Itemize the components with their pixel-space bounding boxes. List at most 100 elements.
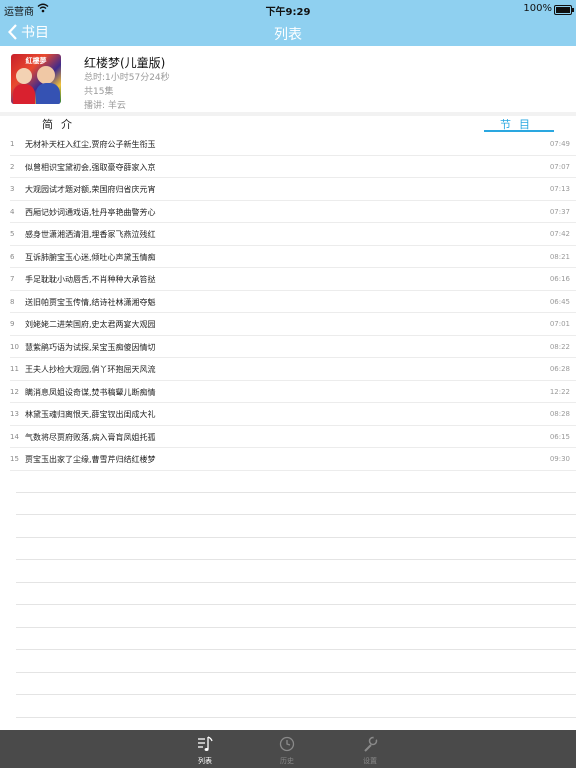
tabbar-settings[interactable]: 设置 [340,730,400,768]
episode-row[interactable]: 12 瞒消息凤姐设奇谋,焚书稿颦儿断痴情 12:22 [0,381,576,403]
cover-figure [13,84,35,104]
episode-duration: 07:07 [549,162,570,171]
cover-figure [16,68,32,84]
episode-title: 气数将尽贾府败落,病入膏肓凤姐托孤 [25,432,156,442]
episode-duration: 07:37 [549,207,570,216]
episode-number: 1 [10,140,15,148]
wrench-icon [364,736,378,752]
book-duration: 总时:1小时57分24秒 [84,73,170,83]
episode-row[interactable]: 6 互诉肺腑宝玉心迷,倾吐心声黛玉情痴 08:21 [0,246,576,268]
episode-row[interactable]: 10 慧紫鹃巧语为试探,呆宝玉痴傻因情切 08:22 [0,336,576,358]
episode-title: 互诉肺腑宝玉心迷,倾吐心声黛玉情痴 [25,252,156,262]
episode-duration: 06:16 [549,275,570,283]
episode-row[interactable]: 13 林黛玉魂归离恨天,薛宝钗出闺成大礼 08:28 [0,403,576,426]
tab-bar: 列表 历史 设置 [0,730,576,768]
empty-row-divider [16,650,576,673]
episode-number: 11 [10,365,19,373]
episode-title: 大观园试才题对额,荣国府归省庆元宵 [25,185,156,194]
episode-row[interactable]: 1 无材补天枉入红尘,贾府公子新生衔玉 07:49 [0,133,576,156]
empty-row-divider [16,538,576,560]
episode-row[interactable]: 9 刘姥姥二进荣国府,史太君两宴大观园 07:01 [0,313,576,336]
episode-row[interactable]: 11 王夫人抄检大观园,俏丫环抱屈天风流 06:28 [0,358,576,381]
episode-number: 15 [10,455,19,463]
empty-row-divider [16,560,576,583]
episode-row[interactable]: 8 送旧帕贾宝玉传情,结诗社林潇湘夺魁 06:45 [0,291,576,313]
episode-row[interactable]: 2 似曾相识宝黛初会,强取豪夺薛家入京 07:07 [0,156,576,178]
battery-fill [556,7,570,13]
episode-duration: 09:30 [549,455,570,463]
playlist-icon [198,736,213,751]
tabbar-history-label: 历史 [280,757,294,765]
page-title: 列表 [274,27,302,43]
battery-icon [554,5,574,15]
episode-row[interactable]: 5 感身世潇湘洒清泪,埋香冢飞燕泣残红 07:42 [0,223,576,246]
empty-row-divider [16,583,576,605]
episode-title: 林黛玉魂归离恨天,薛宝钗出闺成大礼 [25,410,156,419]
episode-duration: 06:15 [549,432,570,441]
episode-row[interactable]: 7 手足耽耽小动唇舌,不肖种种大承笞挞 06:16 [0,268,576,291]
episode-duration: 07:13 [549,185,570,193]
episode-title: 手足耽耽小动唇舌,不肖种种大承笞挞 [25,275,156,284]
episode-title: 刘姥姥二进荣国府,史太君两宴大观园 [25,320,156,329]
clock-icon [279,736,295,752]
empty-row-divider [16,605,576,628]
tabbar-list[interactable]: 列表 [175,730,235,768]
tab-selected-indicator [484,130,554,132]
segment-tabs: 简介 节目 [0,116,576,132]
tabbar-list-label: 列表 [198,757,212,765]
cover-figure [37,66,55,84]
episode-title: 感身世潇湘洒清泪,埋香冢飞燕泣残红 [25,230,156,239]
episode-title: 瞒消息凤姐设奇谋,焚书稿颦儿断痴情 [25,387,156,397]
cover-figure [36,83,60,104]
tabbar-settings-label: 设置 [363,757,377,765]
episode-title: 贾宝玉出家了尘缘,曹雪芹归结红楼梦 [25,455,156,464]
episode-duration: 07:49 [549,140,570,148]
empty-row-divider [16,515,576,538]
episode-number: 13 [10,410,19,418]
episode-number: 6 [10,252,15,261]
episode-duration: 08:22 [549,342,570,351]
episode-duration: 06:45 [549,297,570,306]
tabbar-history[interactable]: 历史 [257,730,317,768]
empty-row-divider [16,673,576,695]
episode-duration: 07:42 [549,230,570,238]
episode-duration: 08:28 [549,410,570,418]
episode-number: 3 [10,185,15,193]
status-time: 下午9:29 [265,7,311,18]
episode-row[interactable]: 4 西厢记妙词通戏语,牡丹亭艳曲警芳心 07:37 [0,201,576,223]
battery-percent: 100% [523,3,552,14]
episode-number: 2 [10,162,15,171]
episode-duration: 06:28 [549,365,570,373]
episode-title: 西厢记妙词通戏语,牡丹亭艳曲警芳心 [25,207,156,217]
episode-title: 似曾相识宝黛初会,强取豪夺薛家入京 [25,162,156,172]
nav-bar: 书目 列表 [0,18,576,46]
episode-title: 王夫人抄检大观园,俏丫环抱屈天风流 [25,365,156,374]
empty-row-divider [16,470,576,493]
episode-title: 无材补天枉入红尘,贾府公子新生衔玉 [25,140,156,149]
episode-number: 9 [10,320,15,328]
episode-row[interactable]: 14 气数将尽贾府败落,病入膏肓凤姐托孤 06:15 [0,426,576,448]
book-narrator: 播讲: 羊云 [84,101,126,111]
status-bar: 运营商 下午9:29 100% [0,0,576,18]
book-info: 紅樓夢 红楼梦(儿童版) 总时:1小时57分24秒 共15集 播讲: 羊云 [0,46,576,112]
episode-number: 12 [10,387,19,396]
episode-duration: 12:22 [549,387,570,396]
episode-row[interactable]: 3 大观园试才题对额,荣国府归省庆元宵 07:13 [0,178,576,201]
episode-title: 慧紫鹃巧语为试探,呆宝玉痴傻因情切 [25,342,156,352]
episode-list: 1 无材补天枉入红尘,贾府公子新生衔玉 07:49 2 似曾相识宝黛初会,强取豪夺薛家入… [0,133,576,471]
empty-row-divider [16,628,576,650]
episode-duration: 07:01 [549,320,570,328]
empty-list-area [16,470,576,718]
episode-number: 10 [10,342,19,351]
episode-duration: 08:21 [549,252,570,261]
episode-number: 14 [10,432,19,441]
empty-row-divider [16,695,576,718]
book-title: 红楼梦(儿童版) [84,56,166,70]
episode-number: 8 [10,297,15,306]
empty-row-divider [16,493,576,515]
book-episode-count: 共15集 [84,87,114,97]
cover-title: 紅樓夢 [25,57,47,65]
episode-title: 送旧帕贾宝玉传情,结诗社林潇湘夺魁 [25,297,156,307]
episode-row[interactable]: 15 贾宝玉出家了尘缘,曹雪芹归结红楼梦 09:30 [0,448,576,471]
tab-intro[interactable]: 简介 [42,116,80,132]
